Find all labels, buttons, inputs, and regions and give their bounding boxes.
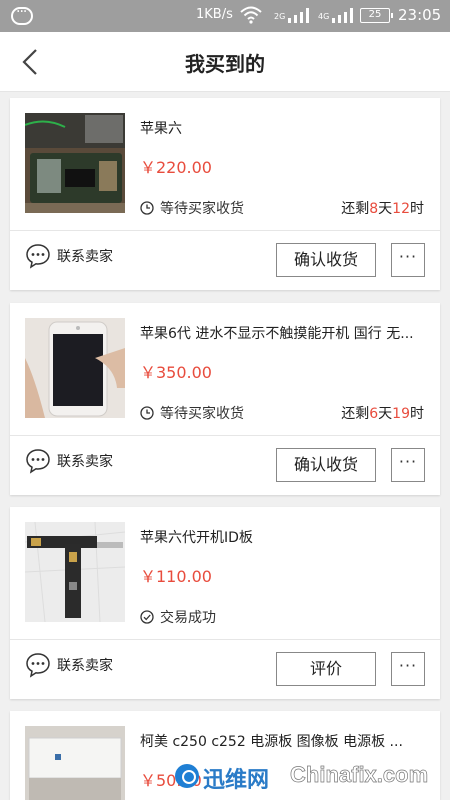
watermark-text: 迅维网 (203, 768, 270, 793)
remaining-hours: 12 (392, 201, 410, 217)
clock-icon (140, 201, 154, 215)
order-card[interactable]: 苹果6代 进水不显示不触摸能开机 国行 无... ￥350.00 等待买家收货 … (10, 303, 440, 495)
chat-bubble-icon (26, 449, 50, 474)
product-price: ￥220.00 (140, 158, 212, 177)
more-button[interactable]: ··· (391, 652, 425, 686)
divider (10, 435, 440, 436)
contact-seller-label: 联系卖家 (57, 454, 113, 470)
product-thumbnail[interactable] (25, 113, 125, 213)
confirm-receipt-button[interactable]: 确认收货 (276, 448, 376, 482)
chat-bubble-icon (26, 244, 50, 269)
order-status: 等待买家收货 (140, 198, 244, 218)
clock: 23:05 (398, 6, 442, 24)
product-name[interactable]: 苹果六 (140, 118, 430, 138)
order-card[interactable]: 苹果六代开机ID板 ￥110.00 交易成功 联系卖家 评价 ··· (10, 507, 440, 699)
product-thumbnail[interactable] (25, 522, 125, 622)
hours-unit: 时 (410, 201, 424, 217)
nav-bar: 我买到的 (0, 32, 450, 92)
contact-seller-button[interactable]: 联系卖家 (25, 243, 113, 269)
product-price: ￥110.00 (140, 567, 212, 586)
contact-seller-button[interactable]: 联系卖家 (25, 652, 113, 678)
check-circle-icon (140, 610, 154, 624)
days-unit: 天 (378, 201, 393, 217)
contact-seller-button[interactable]: 联系卖家 (25, 448, 113, 474)
sim2-label: 4G (318, 12, 330, 21)
remaining-time: 还剩8天12时 (341, 198, 424, 218)
remaining-label: 还剩 (341, 406, 370, 422)
more-button[interactable]: ··· (391, 448, 425, 482)
wifi-icon (240, 6, 262, 24)
product-name[interactable]: 苹果6代 进水不显示不触摸能开机 国行 无... (140, 323, 430, 343)
phone-image (25, 318, 125, 418)
order-status: 等待买家收货 (140, 403, 244, 423)
hours-unit: 时 (410, 406, 424, 422)
remaining-days: 6 (369, 406, 379, 422)
remaining-days: 8 (369, 201, 379, 217)
phone-board-image (25, 113, 125, 213)
watermark-logo (175, 764, 199, 788)
contact-seller-label: 联系卖家 (57, 249, 113, 265)
order-status: 交易成功 (140, 607, 216, 627)
message-icon (11, 4, 33, 25)
power-board-image (25, 726, 125, 800)
signal-bars-icon (332, 8, 353, 23)
more-button[interactable]: ··· (391, 243, 425, 277)
confirm-receipt-button[interactable]: 确认收货 (276, 243, 376, 277)
divider (10, 230, 440, 231)
sim1-label: 2G (274, 12, 286, 21)
remaining-time: 还剩6天19时 (341, 403, 424, 423)
page-title: 我买到的 (185, 52, 265, 76)
product-name[interactable]: 苹果六代开机ID板 (140, 527, 430, 547)
review-button[interactable]: 评价 (276, 652, 376, 686)
network-speed: 1KB/s (196, 7, 233, 22)
product-thumbnail[interactable] (25, 318, 125, 418)
order-status-text: 等待买家收货 (160, 406, 244, 422)
remaining-label: 还剩 (341, 201, 370, 217)
divider (10, 639, 440, 640)
order-status-text: 交易成功 (160, 610, 216, 626)
signal-bars-icon (288, 8, 309, 23)
clock-icon (140, 406, 154, 420)
order-status-text: 等待买家收货 (160, 201, 244, 217)
status-bar: 1KB/s 2G 4G 25 23:05 (0, 0, 450, 32)
battery-icon: 25 (360, 8, 393, 23)
product-price: ￥350.00 (140, 363, 212, 382)
watermark: 迅维网 Chinafix.com (175, 756, 450, 800)
days-unit: 天 (378, 406, 393, 422)
order-card[interactable]: 苹果六 ￥220.00 等待买家收货 还剩8天12时 联系卖家 确认收货 ··· (10, 98, 440, 290)
product-thumbnail[interactable] (25, 726, 125, 800)
chat-bubble-icon (26, 653, 50, 678)
logic-board-image (25, 522, 125, 622)
contact-seller-label: 联系卖家 (57, 658, 113, 674)
remaining-hours: 19 (392, 406, 410, 422)
watermark-site: Chinafix.com (290, 762, 429, 788)
product-name[interactable]: 柯美 c250 c252 电源板 图像板 电源板 ... (140, 731, 430, 751)
